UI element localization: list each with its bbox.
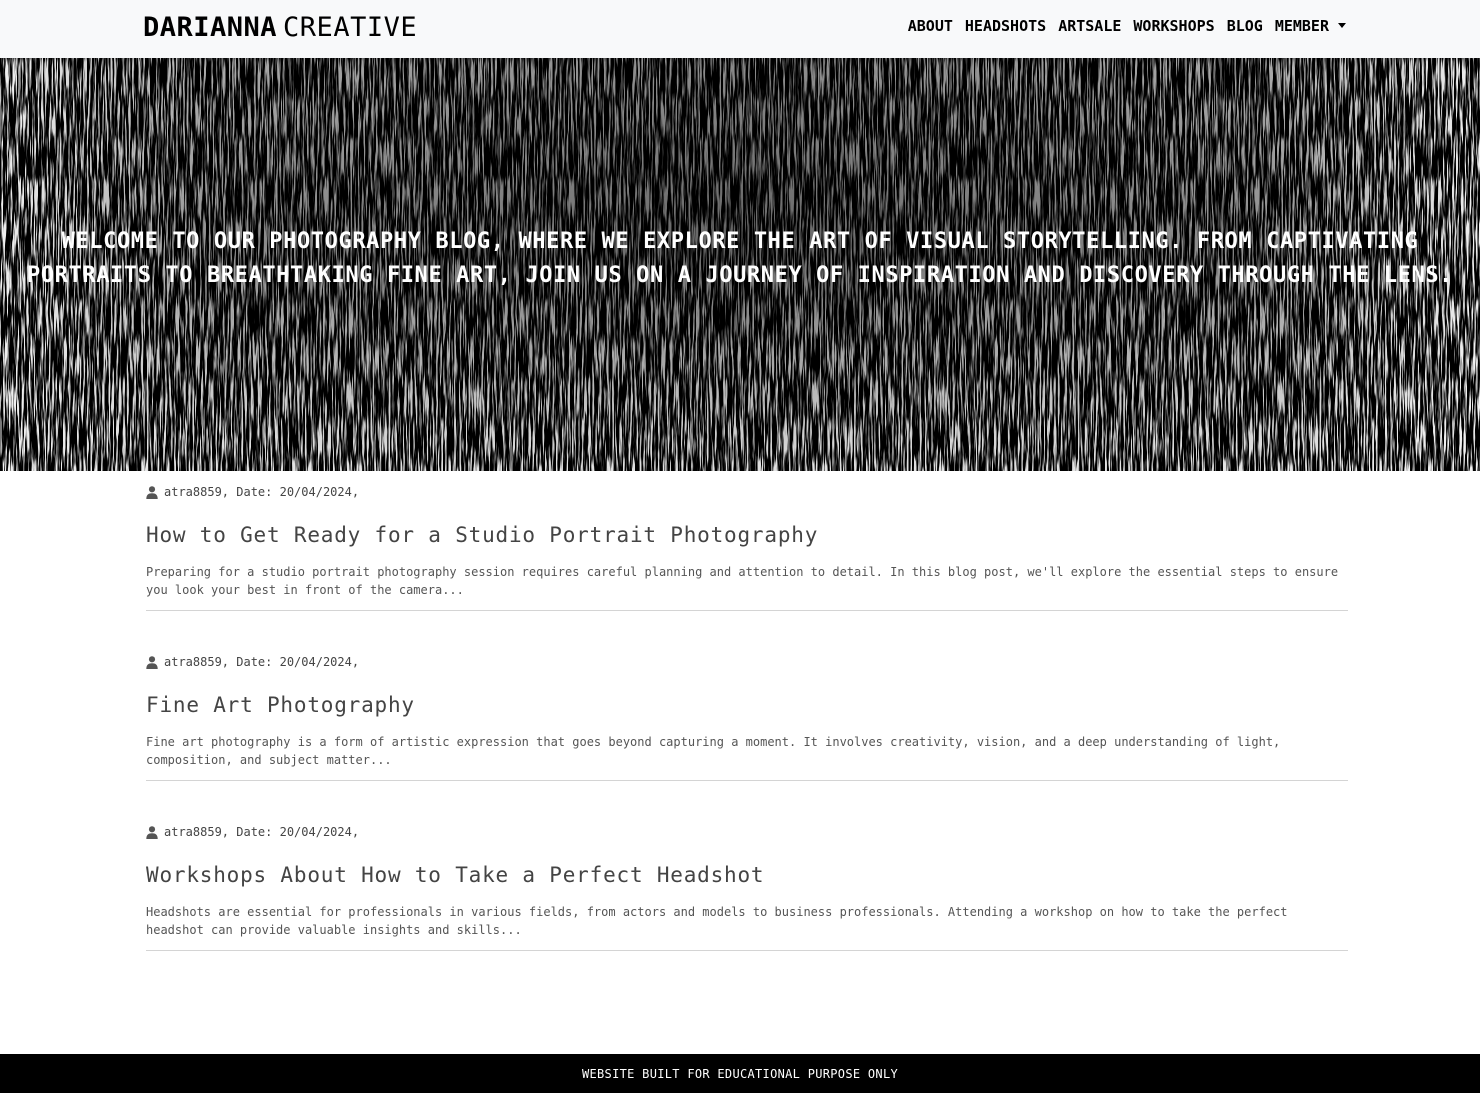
blog-post: atra8859, Date: 20/04/2024, Fine Art Pho… (146, 641, 1348, 811)
nav-link-member-label: MEMBER (1274, 17, 1329, 35)
navbar: DARIANNA CREATIVE ABOUT HEADSHOTS ARTSALE… (0, 0, 1480, 58)
post-excerpt: Fine art photography is a form of artist… (146, 735, 1281, 767)
blog-post-list: atra8859, Date: 20/04/2024, How to Get R… (146, 471, 1348, 981)
brand-name-bold: DARIANNA (143, 12, 278, 43)
post-meta: atra8859, Date: 20/04/2024, (146, 485, 359, 499)
hero-banner: Welcome to our photography blog, where w… (0, 58, 1480, 471)
user-icon (146, 655, 158, 669)
hero-headline: Welcome to our photography blog, where w… (26, 229, 1454, 288)
post-divider (146, 950, 1348, 951)
post-title-link[interactable]: How to Get Ready for a Studio Portrait P… (146, 523, 818, 547)
post-divider (146, 780, 1348, 781)
blog-post: atra8859, Date: 20/04/2024, Workshops Ab… (146, 811, 1348, 981)
post-divider (146, 610, 1348, 611)
nav-link-headshots[interactable]: HEADSHOTS (965, 17, 1046, 35)
post-excerpt: Headshots are essential for professional… (146, 905, 1288, 937)
brand-name-light: CREATIVE (283, 12, 418, 43)
main-nav: ABOUT HEADSHOTS ARTSALE WORKSHOPS BLOG M… (908, 17, 1346, 35)
footer: WEBSITE BUILT FOR EDUCATIONAL PURPOSE ON… (0, 1054, 1480, 1093)
post-title-link[interactable]: Workshops About How to Take a Perfect He… (146, 863, 764, 887)
footer-text: WEBSITE BUILT FOR EDUCATIONAL PURPOSE ON… (581, 1067, 899, 1081)
brand-logo[interactable]: DARIANNA CREATIVE (143, 12, 417, 43)
nav-link-workshops[interactable]: WORKSHOPS (1133, 17, 1214, 35)
post-title-link[interactable]: Fine Art Photography (146, 693, 415, 717)
nav-dropdown-member[interactable]: MEMBER (1275, 17, 1346, 35)
caret-down-icon (1338, 23, 1346, 28)
post-meta: atra8859, Date: 20/04/2024, (146, 825, 359, 839)
post-author-date: atra8859, Date: 20/04/2024, (164, 655, 360, 669)
user-icon (146, 825, 158, 839)
post-author-date: atra8859, Date: 20/04/2024, (164, 825, 360, 839)
nav-link-artsale[interactable]: ARTSALE (1058, 17, 1121, 35)
user-icon (146, 485, 158, 499)
nav-link-about[interactable]: ABOUT (908, 17, 953, 35)
post-meta: atra8859, Date: 20/04/2024, (146, 655, 359, 669)
nav-link-blog[interactable]: BLOG (1227, 17, 1263, 35)
blog-post: atra8859, Date: 20/04/2024, How to Get R… (146, 471, 1348, 641)
post-excerpt: Preparing for a studio portrait photogra… (146, 565, 1339, 597)
post-author-date: atra8859, Date: 20/04/2024, (164, 485, 360, 499)
